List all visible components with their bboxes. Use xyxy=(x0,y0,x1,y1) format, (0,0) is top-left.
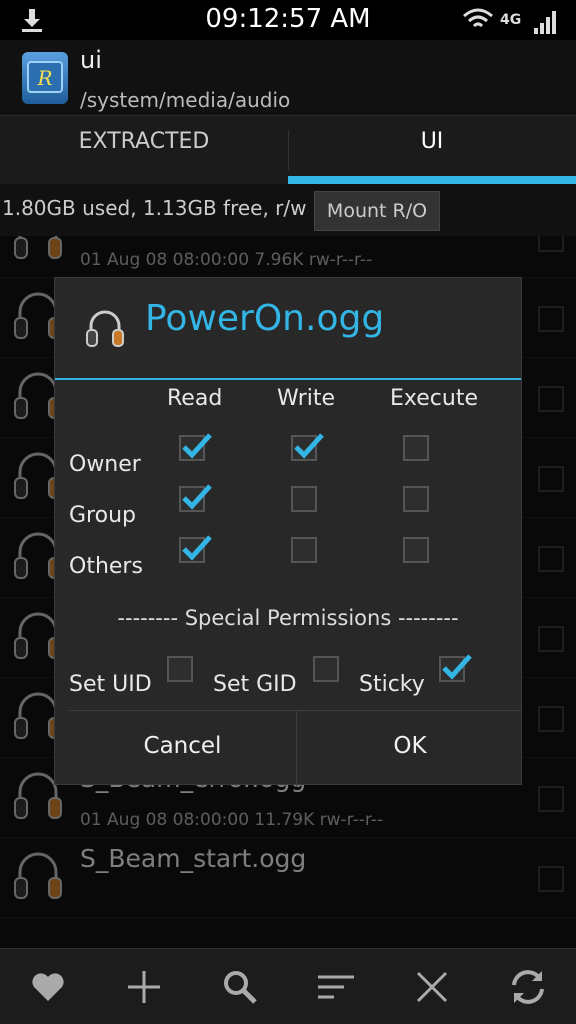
ok-button[interactable]: OK xyxy=(297,711,523,787)
refresh-icon[interactable] xyxy=(506,965,550,1009)
permissions-dialog: PowerOn.ogg Read Write Execute Owner Gro… xyxy=(54,277,523,787)
cancel-button[interactable]: Cancel xyxy=(69,711,296,787)
tab-bar: EXTRACTED UI xyxy=(0,116,576,184)
sticky-label: Sticky xyxy=(359,672,425,697)
sort-icon[interactable] xyxy=(314,965,358,1009)
special-permissions-header: -------- Special Permissions -------- xyxy=(117,606,459,630)
checkbox-group-write[interactable] xyxy=(291,486,317,512)
network-status-icons: 4G xyxy=(463,8,556,34)
page-title: ui xyxy=(80,46,102,74)
wifi-icon xyxy=(463,8,493,28)
tab-ui[interactable]: UI xyxy=(288,116,576,184)
close-icon[interactable] xyxy=(410,965,454,1009)
tab-extracted[interactable]: EXTRACTED xyxy=(0,116,288,184)
title-bar: R ui /system/media/audio xyxy=(0,40,576,116)
checkbox-group-execute[interactable] xyxy=(403,486,429,512)
checkbox-set-uid[interactable] xyxy=(167,656,193,682)
row-group-label: Group xyxy=(69,503,136,528)
4g-lte-icon: 4G xyxy=(500,12,521,28)
checkbox-group-read[interactable] xyxy=(179,484,212,512)
mount-button[interactable]: Mount R/O xyxy=(314,191,440,231)
headphones-icon xyxy=(86,310,124,347)
checkbox-others-write[interactable] xyxy=(291,537,317,563)
search-icon[interactable] xyxy=(218,965,262,1009)
heart-icon[interactable] xyxy=(26,965,70,1009)
checkbox-others-execute[interactable] xyxy=(403,537,429,563)
plus-icon[interactable] xyxy=(122,965,166,1009)
bottom-toolbar xyxy=(0,948,576,1024)
column-write: Write xyxy=(277,386,336,411)
row-owner-label: Owner xyxy=(69,452,141,477)
signal-icon xyxy=(534,11,556,34)
storage-info-bar: 1.80GB used, 1.13GB free, r/w Mount R/O xyxy=(0,184,576,236)
setgid-label: Set GID xyxy=(213,672,297,697)
checkbox-set-gid[interactable] xyxy=(313,656,339,682)
checkbox-owner-execute[interactable] xyxy=(403,435,429,461)
svg-text:R: R xyxy=(36,66,52,90)
checkbox-others-read[interactable] xyxy=(179,535,212,563)
dialog-title: PowerOn.ogg xyxy=(145,298,385,339)
storage-usage: 1.80GB used, 1.13GB free, r/w xyxy=(2,196,307,220)
status-bar: 09:12:57 AM 4G xyxy=(0,0,576,40)
row-others-label: Others xyxy=(69,554,143,579)
dialog-button-bar: Cancel OK xyxy=(69,710,523,787)
dialog-header: PowerOn.ogg xyxy=(55,278,521,380)
checkbox-owner-write[interactable] xyxy=(291,433,324,461)
column-read: Read xyxy=(167,386,223,411)
checkbox-owner-read[interactable] xyxy=(179,433,212,461)
setuid-label: Set UID xyxy=(69,672,152,697)
current-path: /system/media/audio xyxy=(80,88,291,112)
column-execute: Execute xyxy=(390,386,478,411)
root-explorer-icon[interactable]: R xyxy=(22,52,68,104)
checkbox-sticky[interactable] xyxy=(439,654,472,682)
